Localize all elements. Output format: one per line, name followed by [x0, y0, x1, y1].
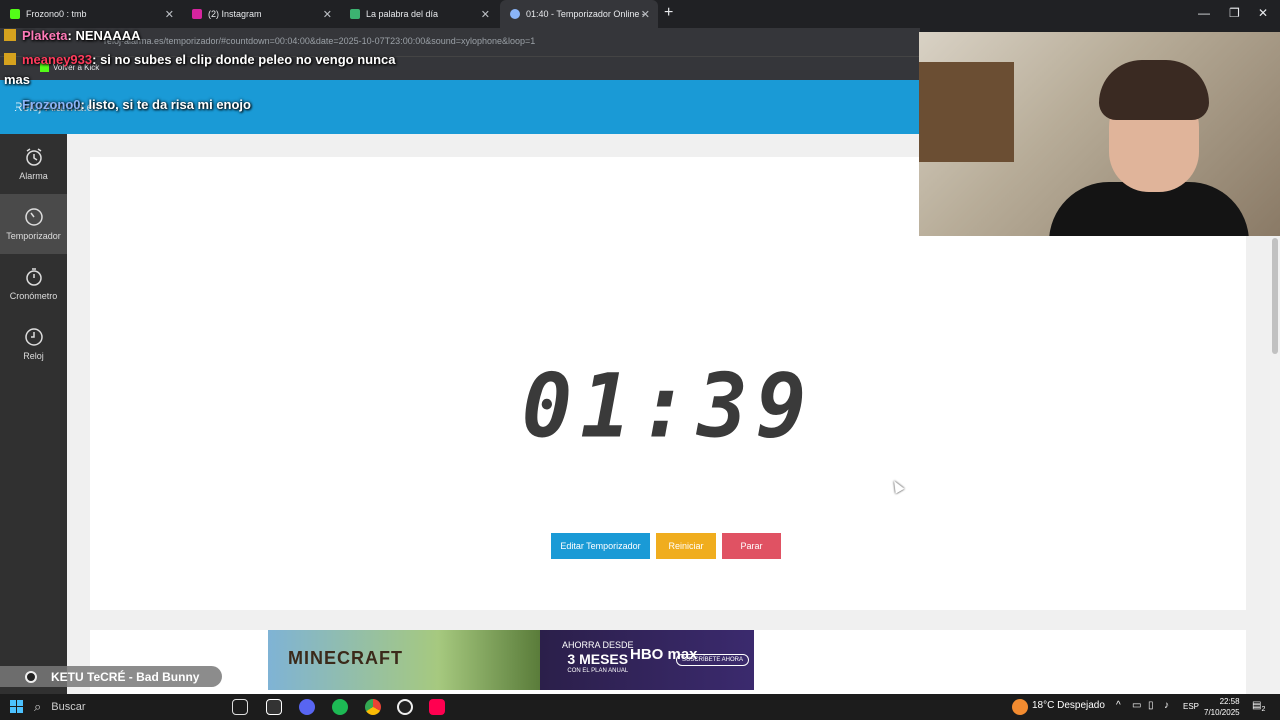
ad-subscribe-button[interactable]: SUSCRÍBETE AHORA [676, 654, 750, 666]
language-indicator[interactable]: ESP [1183, 702, 1199, 711]
ad-offer-line: 3 MESES [567, 650, 629, 667]
volume-icon[interactable]: ♪ [1164, 700, 1169, 711]
sidebar-item-reloj[interactable]: Reloj [0, 314, 67, 374]
timer-favicon-icon [510, 9, 520, 19]
weather-icon [1012, 699, 1028, 715]
ad-offer: AHORRA DESDE 3 MESES CON EL PLAN ANUAL [562, 640, 634, 675]
battery-icon[interactable]: ▯ [1148, 700, 1154, 711]
clock-date: 7/10/2025 [1204, 708, 1240, 717]
windows-start-icon[interactable] [10, 700, 23, 713]
scrollbar-thumb[interactable] [1272, 238, 1278, 354]
stopwatch-icon [25, 268, 42, 286]
ad-movie-title: MINECRAFT [288, 648, 403, 668]
webcam-person-hair [1099, 60, 1209, 120]
notification-count: 2 [1261, 706, 1266, 713]
close-tab-icon[interactable]: ✕ [481, 8, 490, 21]
vinyl-icon [25, 671, 37, 683]
ad-offer-line: CON EL PLAN ANUAL [567, 667, 629, 674]
timer-icon [24, 208, 43, 226]
tab-instagram[interactable]: (2) Instagram ✕ [182, 0, 340, 28]
chrome-icon[interactable] [365, 699, 381, 715]
clock-icon [24, 328, 43, 346]
ad-banner[interactable]: MINECRAFT AHORRA DESDE 3 MESES CON EL PL… [268, 630, 754, 690]
ad-offer-line: AHORRA DESDE [562, 640, 634, 650]
sidebar-item-label: Reloj [23, 351, 44, 361]
chat-nick: Plaketa [22, 28, 68, 43]
chat-text: : listo, si te da risa mi enojo [80, 97, 252, 112]
tab-label: La palabra del día [366, 9, 439, 19]
taskbar: ⌕ Buscar 18°C Despejado ^ ▭ ▯ ♪ ESP 22:5… [0, 694, 1280, 720]
notifications-icon[interactable]: ▤2 [1252, 700, 1265, 713]
edit-timer-button[interactable]: Editar Temporizador [551, 533, 650, 559]
timer-display: 01:39 [521, 354, 815, 458]
taskbar-search[interactable]: ⌕ Buscar [34, 694, 220, 720]
chat-nick: meaney933 [22, 52, 93, 67]
browser-tab-bar: Frozono0 : tmb ✕ (2) Instagram ✕ La pala… [0, 0, 1280, 28]
webcam-shelf [919, 62, 1014, 162]
chat-badge-icon [4, 29, 16, 41]
tiktok-icon[interactable] [429, 699, 445, 715]
chat-text: : si no subes el clip donde peleo no ven… [92, 52, 396, 67]
close-tab-icon[interactable]: ✕ [323, 8, 332, 21]
sidebar-item-label: Temporizador [6, 231, 61, 241]
chat-badge-icon [4, 53, 16, 65]
close-window-icon[interactable]: ✕ [1258, 6, 1268, 20]
close-tab-icon[interactable]: ✕ [641, 8, 650, 21]
sidebar-nav: Alarma Temporizador Cronómetro Reloj [0, 134, 67, 694]
search-icon: ⌕ [34, 699, 42, 714]
task-view-icon[interactable] [232, 699, 248, 715]
alarm-clock-icon [25, 148, 42, 166]
sidebar-item-label: Cronómetro [9, 291, 58, 301]
tab-frozono[interactable]: Frozono0 : tmb ✕ [0, 0, 182, 28]
now-playing-text: KETU TeCRÉ - Bad Bunny [51, 670, 200, 684]
chat-nick: Frozono0 [22, 97, 81, 112]
capcut-icon[interactable] [266, 699, 282, 715]
clock-time: 22:58 [1219, 697, 1240, 706]
page-scrollbar[interactable] [1270, 236, 1280, 694]
tab-label: 01:40 - Temporizador Online - I [526, 9, 644, 19]
restore-icon[interactable]: ❐ [1229, 6, 1240, 20]
sidebar-item-label: Alarma [19, 171, 48, 181]
chat-text: : NENAAAA [67, 28, 141, 43]
tab-temporizador[interactable]: 01:40 - Temporizador Online - I ✕ [500, 0, 658, 28]
close-tab-icon[interactable]: ✕ [165, 8, 174, 21]
weather-text[interactable]: 18°C Despejado [1032, 700, 1105, 711]
kick-favicon-icon [10, 9, 20, 19]
tab-label: (2) Instagram [208, 9, 262, 19]
reset-button[interactable]: Reiniciar [656, 533, 716, 559]
url-field[interactable]: reloj-alarma.es/temporizador/#countdown=… [104, 36, 535, 46]
sidebar-item-alarma[interactable]: Alarma [0, 134, 67, 194]
chat-message: mas [4, 72, 30, 87]
new-tab-icon[interactable]: + [664, 4, 673, 22]
now-playing-widget: KETU TeCRÉ - Bad Bunny [0, 666, 222, 687]
chat-message: meaney933: si no subes el clip donde pel… [4, 52, 396, 67]
chat-text: mas [4, 72, 31, 87]
obs-icon[interactable] [397, 699, 413, 715]
chat-badge-icon [4, 98, 16, 110]
tab-label: Frozono0 : tmb [26, 9, 87, 19]
discord-icon[interactable] [299, 699, 315, 715]
search-placeholder: Buscar [51, 701, 86, 713]
spotify-icon[interactable] [332, 699, 348, 715]
chat-message: Plaketa: NENAAAA [4, 28, 141, 43]
network-icon[interactable]: ▭ [1132, 700, 1141, 711]
chat-message: Frozono0: listo, si te da risa mi enojo [4, 97, 251, 112]
instagram-favicon-icon [192, 9, 202, 19]
tab-palabra[interactable]: La palabra del día ✕ [340, 0, 498, 28]
minimize-icon[interactable]: — [1198, 6, 1210, 20]
webcam-overlay [919, 32, 1280, 236]
palabra-favicon-icon [350, 9, 360, 19]
tray-overflow-icon[interactable]: ^ [1116, 700, 1121, 711]
sidebar-item-temporizador[interactable]: Temporizador [0, 194, 67, 254]
taskbar-clock[interactable]: 22:58 7/10/2025 [1204, 696, 1240, 718]
stop-button[interactable]: Parar [722, 533, 781, 559]
sidebar-item-cronometro[interactable]: Cronómetro [0, 254, 67, 314]
